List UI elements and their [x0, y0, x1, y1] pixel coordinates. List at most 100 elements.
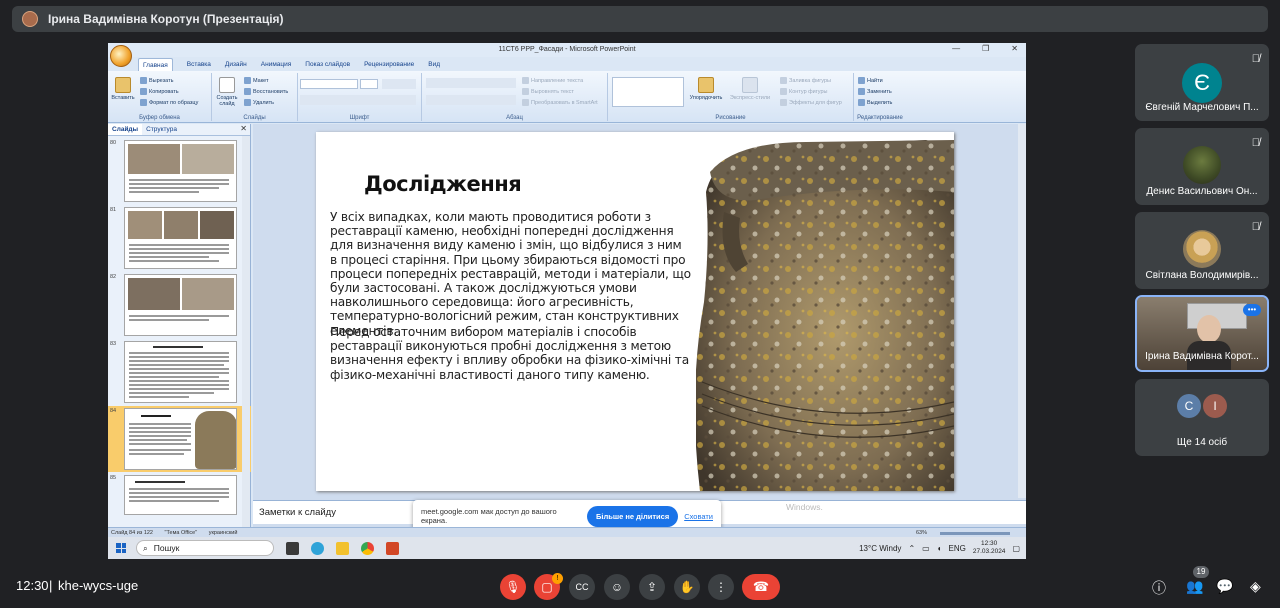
hang-up-icon[interactable]: ☎ — [742, 574, 780, 600]
ribbon-tab[interactable]: Дизайн — [225, 58, 247, 71]
close-icon[interactable]: ✕ — [1011, 44, 1018, 53]
stone-jar-image — [696, 140, 954, 491]
reset-button[interactable]: Восстановить — [244, 88, 288, 95]
select-button[interactable]: Выделить — [858, 99, 892, 106]
maximize-icon[interactable]: ❐ — [982, 44, 989, 53]
captions-icon[interactable]: CC — [569, 574, 595, 600]
font-size-buttons[interactable] — [382, 79, 416, 89]
participant-tile[interactable]: 🎙̸ Світлана Володимирів... — [1135, 212, 1269, 289]
close-pane-icon[interactable]: ✕ — [240, 124, 247, 133]
font-name-select[interactable] — [300, 79, 358, 89]
cut-button[interactable]: Вырезать — [140, 77, 173, 84]
align-text-button[interactable]: Выровнять текст — [522, 88, 574, 95]
ribbon-tab[interactable]: Показ слайдов — [305, 58, 350, 71]
participant-tile[interactable]: 🎙̸ Денис Васильович Он... — [1135, 128, 1269, 205]
chrome-icon[interactable] — [361, 541, 374, 555]
ribbon-tab[interactable]: Рецензирование — [364, 58, 414, 71]
task-view-icon[interactable] — [286, 541, 299, 555]
shape-effects-button[interactable]: Эффекты для фигур — [780, 99, 842, 106]
language-indicator[interactable]: ENG — [949, 544, 966, 553]
mic-off-icon[interactable]: 🎙 — [500, 574, 526, 600]
people-icon[interactable]: 👥 — [1186, 578, 1203, 595]
more-options-icon[interactable]: ••• — [1243, 304, 1261, 316]
emoji-icon[interactable]: ☺ — [604, 574, 630, 600]
info-icon[interactable]: ⓘ — [1152, 578, 1166, 598]
slide-thumbnail[interactable]: 80 — [108, 138, 251, 204]
avatar: І — [1203, 394, 1227, 418]
align-text-icon — [522, 88, 529, 95]
office-button-icon[interactable] — [110, 45, 132, 67]
format-painter-button[interactable]: Формат по образцу — [140, 99, 198, 106]
zoom-slider[interactable] — [940, 531, 1010, 535]
paste-button[interactable]: Вставить — [110, 77, 136, 101]
align-buttons[interactable] — [426, 95, 516, 105]
shape-fill-button[interactable]: Заливка фигуры — [780, 77, 831, 84]
group-label: Рисование — [715, 115, 746, 121]
font-style-buttons[interactable] — [300, 95, 416, 105]
shape-outline-button[interactable]: Контур фигуры — [780, 88, 827, 95]
find-button[interactable]: Найти — [858, 77, 883, 84]
more-icon[interactable]: ⋮ — [708, 574, 734, 600]
edge-icon[interactable] — [311, 541, 324, 555]
hide-toast-link[interactable]: Сховати — [684, 512, 713, 521]
new-slide-button[interactable]: Создать слайд — [214, 77, 240, 107]
file-explorer-icon[interactable] — [336, 541, 349, 555]
participant-name: Світлана Володимирів... — [1145, 270, 1259, 281]
editor-scrollbar[interactable] — [1018, 124, 1026, 498]
powerpoint-icon[interactable] — [386, 541, 399, 555]
delete-icon — [244, 99, 251, 106]
delete-slide-button[interactable]: Удалить — [244, 99, 274, 106]
ribbon-tab[interactable]: Анимация — [261, 58, 292, 71]
activities-icon[interactable]: ◈ — [1250, 578, 1261, 595]
reset-label: Восстановить — [253, 88, 289, 95]
shapes-gallery[interactable] — [612, 77, 684, 107]
thumbnail-image — [124, 140, 237, 202]
ribbon-tab[interactable]: Вид — [428, 58, 440, 71]
chevron-up-icon[interactable]: ⌃ — [908, 544, 915, 553]
network-icon[interactable]: ▭ — [922, 544, 930, 553]
smartart-button[interactable]: Преобразовать в SmartArt — [522, 99, 598, 106]
ribbon-tab[interactable]: Вставка — [187, 58, 211, 71]
participant-tile[interactable]: 🎙̸ Є Євгеній Марчелович П... — [1135, 44, 1269, 121]
ppt-title-bar: 11СТ6 PPP_Фасади - Microsoft PowerPoint — [108, 43, 1026, 57]
raise-hand-icon[interactable]: ✋ — [674, 574, 700, 600]
smartart-icon — [522, 99, 529, 106]
list-buttons[interactable] — [426, 78, 516, 88]
layout-button[interactable]: Макет — [244, 77, 269, 84]
taskbar-clock[interactable]: 12:30 27.03.2024 — [973, 540, 1006, 556]
more-participants-tile[interactable]: С І Ще 14 осіб — [1135, 379, 1269, 456]
text-direction-button[interactable]: Направление текста — [522, 77, 583, 84]
arrange-button[interactable]: Упорядочить — [688, 77, 724, 101]
search-placeholder: Пошук — [153, 543, 180, 553]
tab-slides[interactable]: Слайды — [108, 124, 143, 135]
taskbar-search[interactable]: ⌕ Пошук — [136, 540, 274, 556]
slide-thumbnail[interactable]: 82 — [108, 272, 251, 338]
weather-widget[interactable]: 13°C Windy — [859, 544, 901, 553]
tab-outline[interactable]: Структура — [142, 124, 181, 135]
chat-icon[interactable]: 💬 — [1216, 578, 1233, 595]
present-icon[interactable]: ⇪ — [639, 574, 665, 600]
slide-thumbnail[interactable]: 81 — [108, 205, 251, 271]
participant-tile-self[interactable]: ••• Ірина Вадимівна Корот... — [1135, 295, 1269, 372]
minimize-icon[interactable]: — — [952, 44, 960, 53]
windows-start-icon[interactable] — [116, 543, 126, 553]
ribbon-tab[interactable]: Главная — [138, 58, 173, 71]
avatar: С — [1177, 394, 1201, 418]
notifications-icon[interactable]: ▢ — [1012, 544, 1020, 553]
quick-styles-button[interactable]: Экспресс-стили — [728, 77, 772, 101]
group-label: Редактирование — [857, 115, 903, 121]
font-size-select[interactable] — [360, 79, 378, 89]
slide-number: 83 — [110, 341, 117, 347]
current-slide[interactable]: Дослідження У всіх випадках, коли мають … — [316, 132, 954, 491]
slide-thumbnail-selected[interactable]: 84 — [108, 406, 251, 472]
copy-button[interactable]: Копировать — [140, 88, 179, 95]
presenter-label: Ірина Вадимівна Коротун (Презентація) — [48, 12, 284, 26]
pane-scrollbar[interactable] — [242, 136, 250, 527]
volume-icon[interactable]: ◖ — [937, 544, 942, 553]
replace-button[interactable]: Заменить — [858, 88, 892, 95]
windows-taskbar: ⌕ Пошук 13°C Windy ⌃ ▭ ◖ ENG 12:30 27.03… — [108, 537, 1026, 559]
slide-number: 82 — [110, 274, 117, 280]
slide-thumbnail[interactable]: 83 — [108, 339, 251, 405]
new-slide-label: Создать слайд — [216, 95, 238, 107]
stop-sharing-button[interactable]: Більше не ділитися — [587, 505, 679, 527]
